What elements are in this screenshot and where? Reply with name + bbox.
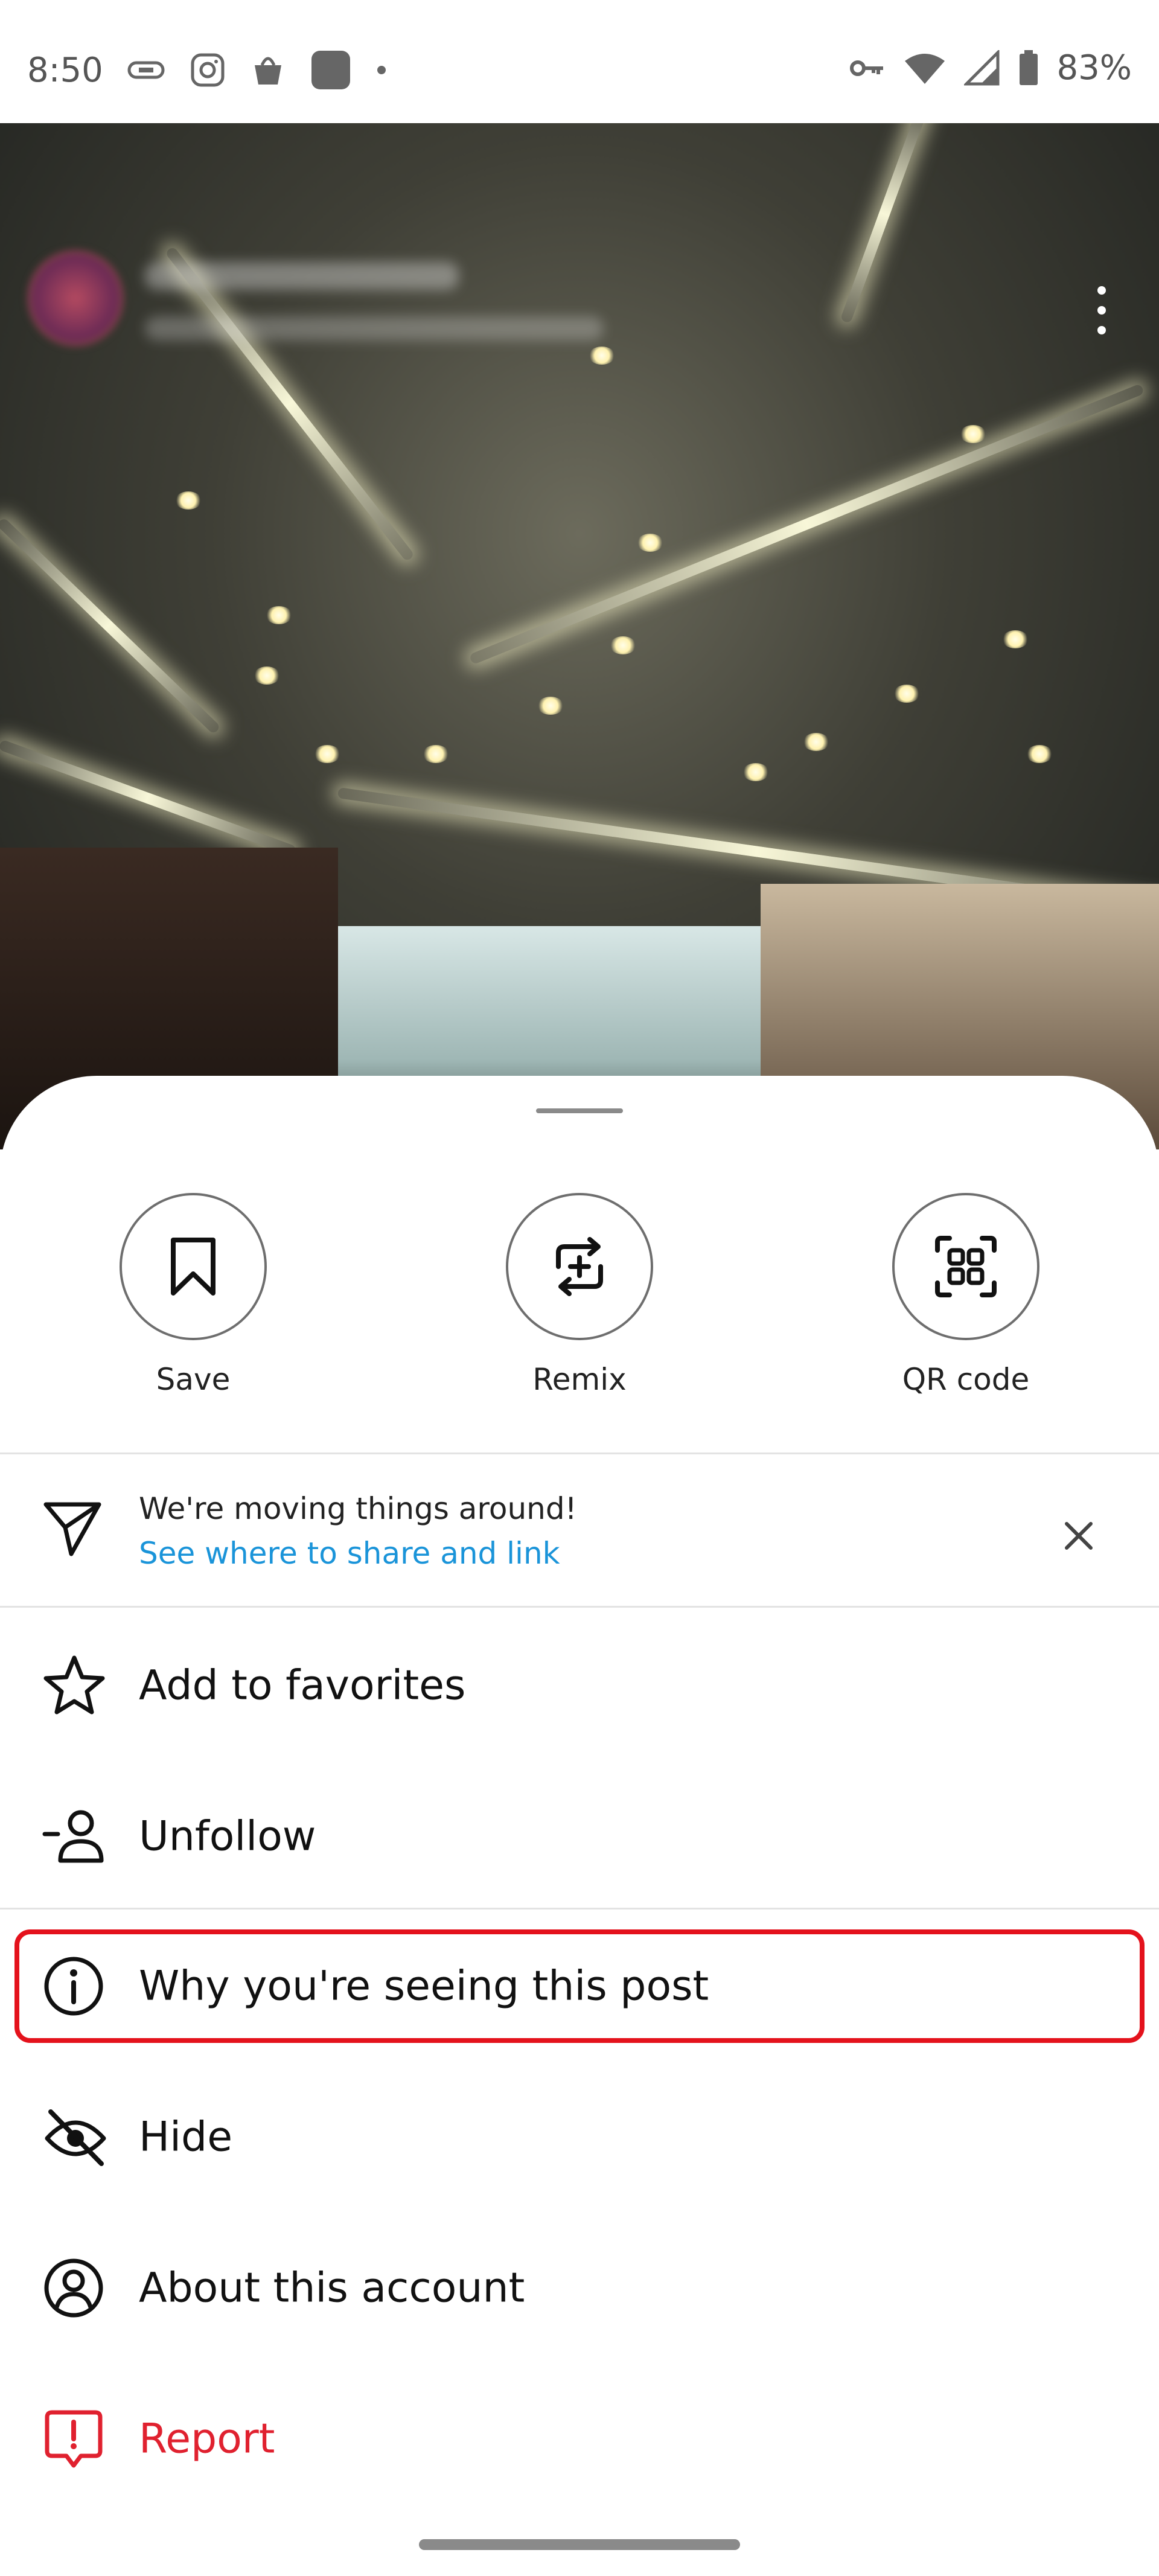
divider: [0, 1606, 1159, 1608]
highlight-box: [14, 1929, 1145, 2043]
unfollow-label: Unfollow: [139, 1812, 316, 1861]
unfollow-item[interactable]: Unfollow: [0, 1776, 1159, 1897]
save-label: Save: [156, 1362, 231, 1397]
remix-button[interactable]: Remix: [504, 1193, 655, 1397]
report-label: Report: [139, 2415, 275, 2463]
signal-icon: [963, 50, 1000, 85]
status-left-icons: [127, 50, 388, 91]
shopping-bag-icon: [255, 57, 281, 85]
eye-off-icon: [45, 2109, 106, 2166]
bookmark-icon: [171, 1238, 216, 1296]
battery-icon: [1019, 50, 1038, 85]
qr-code-label: QR code: [902, 1362, 1030, 1397]
remix-icon: [556, 1237, 603, 1296]
about-account-item[interactable]: About this account: [0, 2228, 1159, 2348]
wifi-icon: [904, 53, 945, 84]
notice-link[interactable]: See where to share and link: [139, 1536, 560, 1571]
audio-info[interactable]: [145, 316, 604, 340]
remix-label: Remix: [532, 1362, 627, 1397]
unfollow-user-icon: [42, 1810, 104, 1863]
status-right: 83%: [849, 48, 1132, 88]
more-options-button[interactable]: [1093, 286, 1111, 334]
status-bar: 8:50 83%: [0, 0, 1159, 123]
notice-title: We're moving things around!: [139, 1491, 577, 1526]
post-media[interactable]: [0, 123, 1159, 1149]
share-notice: We're moving things around! See where to…: [0, 1456, 1159, 1607]
qr-code-button[interactable]: QR code: [890, 1193, 1041, 1397]
report-icon: [45, 2410, 103, 2468]
sheet-drag-handle[interactable]: [536, 1108, 623, 1113]
dot-icon: [377, 66, 386, 74]
qr-code-icon: [935, 1236, 997, 1297]
account-circle-icon: [44, 2258, 103, 2318]
vpn-link-icon: [127, 61, 165, 79]
key-icon: [849, 60, 883, 76]
hide-label: Hide: [139, 2113, 233, 2161]
about-account-label: About this account: [139, 2264, 525, 2312]
hide-item[interactable]: Hide: [0, 2077, 1159, 2197]
send-icon: [43, 1502, 101, 1556]
star-icon: [43, 1655, 105, 1715]
instagram-icon: [191, 53, 225, 87]
author-name[interactable]: [145, 262, 459, 290]
add-to-favorites-item[interactable]: Add to favorites: [0, 1625, 1159, 1746]
report-item[interactable]: Report: [0, 2379, 1159, 2499]
more-vertical-icon: [1097, 286, 1106, 295]
close-icon[interactable]: [1059, 1517, 1098, 1555]
divider: [0, 1453, 1159, 1454]
status-time: 8:50: [27, 51, 103, 90]
divider: [0, 1908, 1159, 1910]
save-button[interactable]: Save: [118, 1193, 269, 1397]
app-square-icon: [311, 51, 350, 89]
author-avatar[interactable]: [27, 250, 124, 347]
battery-percent: 83%: [1056, 48, 1132, 88]
home-indicator[interactable]: [419, 2539, 740, 2550]
add-to-favorites-label: Add to favorites: [139, 1661, 466, 1710]
